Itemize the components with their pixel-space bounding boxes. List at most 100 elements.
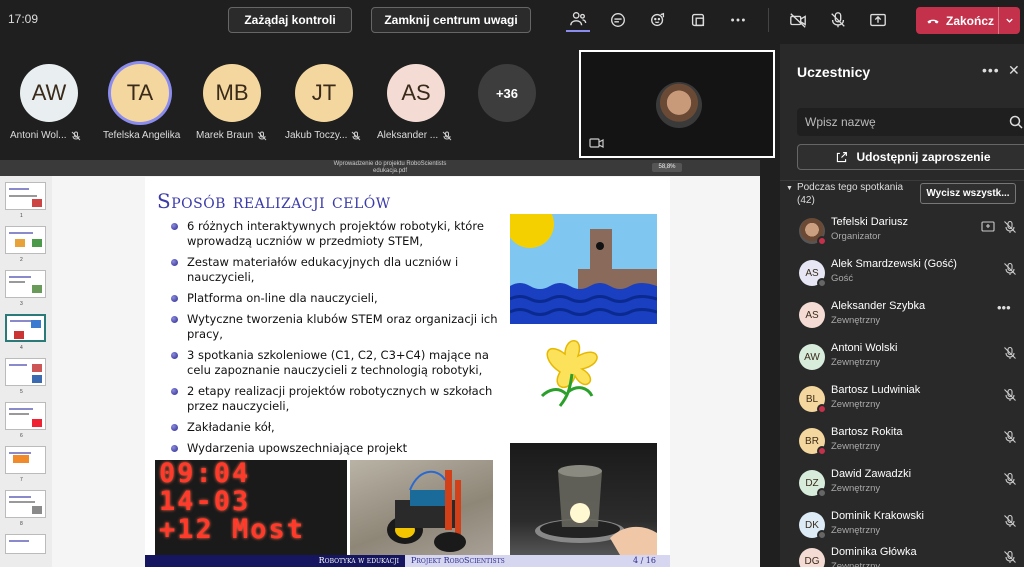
participant-row[interactable]: BR Bartosz Rokita Zewnętrzny [780,424,1024,466]
thumbnail-number: 4 [20,345,23,351]
bullet-item: Zakładanie kół, [171,420,501,435]
bullet-item: 2 etapy realizacji projektów robotycznyc… [171,384,501,414]
share-screen-icon[interactable] [866,8,890,32]
smart-lamp-image [510,443,657,555]
thumbnail-number: 2 [20,257,23,263]
flower-drawing-image [540,340,598,407]
led-line: +12 Most [159,514,306,545]
end-call-button[interactable]: Zakończ [916,7,1020,34]
shared-screen: Wprowadzenie do projektu RoboScientists … [0,160,760,567]
mic-off-icon[interactable] [1003,388,1017,402]
search-input[interactable] [797,108,1002,136]
participant-name: Dominik Krakowski [831,510,924,522]
mute-all-button[interactable]: Wycisz wszystk... [920,183,1016,204]
avatar[interactable]: AS [387,64,445,122]
participant-row[interactable]: AS Alek Smardzewski (Gość) Gość [780,256,1024,298]
more-actions-icon[interactable] [726,8,750,32]
page-number: 4 / 16 [632,556,656,565]
chat-icon[interactable] [606,8,630,32]
mic-off-icon[interactable] [1003,550,1017,564]
participant-avatar: DZ [799,470,827,498]
avatar[interactable]: JT [295,64,353,122]
participant-row[interactable]: AS Aleksander Szybka Zewnętrzny ••• [780,298,1024,340]
zoom-level[interactable]: 58,8% [652,163,682,172]
mic-off-icon[interactable] [1003,430,1017,444]
reactions-icon[interactable] [646,8,670,32]
mic-off-icon[interactable] [1003,346,1017,360]
mic-off-icon[interactable] [1003,514,1017,528]
participant-role: Zewnętrzny [831,561,881,567]
section-header[interactable]: ▼ Podczas tego spotkania (42) [786,182,903,207]
camera-settings-icon[interactable] [589,136,605,150]
mic-off-icon[interactable] [826,8,850,32]
footer-left: Robotyka w edukacji [145,555,405,567]
mic-off-icon[interactable] [1003,472,1017,486]
mic-off-icon[interactable] [1003,262,1017,276]
page-thumbnail[interactable] [5,490,46,518]
mic-off-icon [257,131,267,140]
page-thumbnail[interactable] [5,534,46,554]
page-thumbnail[interactable] [5,182,46,210]
stop-spotlight-button[interactable]: Zamknij centrum uwagi [371,7,531,33]
participant-avatar: AW [799,344,825,370]
people-icon[interactable] [566,8,590,32]
more-options-icon[interactable]: ••• [997,300,1011,315]
self-video-face [656,82,702,128]
bullet-item: Zestaw materiałów edukacyjnych dla uczni… [171,255,501,285]
thumbnail-number: 5 [20,389,23,395]
page-thumbnail[interactable] [5,402,46,430]
more-options-icon[interactable]: ••• [982,62,1000,78]
slide-title: Sposób realizacji celów [157,189,391,213]
avatar[interactable]: AW [20,64,78,122]
participant-role: Zewnętrzny [831,357,881,368]
thumbnail-sidebar: 1 2 3 4 5 6 7 8 [0,176,52,567]
participant-avatar: DK [799,512,827,540]
participant-row[interactable]: Tefelski Dariusz Organizator [780,214,1024,256]
bullet-item: 6 różnych interaktywnych projektów robot… [171,219,501,249]
avatar-name: Antoni Wol... [10,130,81,141]
participant-role: Zewnętrzny [831,483,881,494]
hang-up-icon [927,19,939,23]
request-control-button[interactable]: Zażądaj kontroli [228,7,352,33]
robot-car-image [350,460,493,555]
participant-role: Gość [831,273,854,284]
more-participants-button[interactable]: +36 [478,64,536,122]
thumbnail-number: 7 [20,477,23,483]
participant-photo [799,218,827,246]
participant-row[interactable]: DZ Dawid Zawadzki Zewnętrzny [780,466,1024,508]
chevron-down-icon [1006,18,1013,23]
search-icon[interactable] [1008,114,1024,130]
share-invite-button[interactable]: Udostępnij zaproszenie [797,144,1024,170]
participant-row[interactable]: BL Bartosz Ludwiniak Zewnętrzny [780,382,1024,424]
participant-avatar: BR [799,428,827,456]
participant-gallery: AW Antoni Wol... TA Tefelska Angelika MB… [0,44,570,154]
mic-off-icon[interactable] [1003,220,1017,234]
end-call-options[interactable] [998,7,1020,34]
participant-avatar: BL [799,386,827,414]
page-thumbnail[interactable] [5,270,46,298]
thumbnail-number: 6 [20,433,23,439]
footer-right: Projekt RoboScientists 4 / 16 [405,555,670,567]
page-thumbnail-selected[interactable] [5,314,46,342]
self-video-tile[interactable] [579,50,775,158]
view-icon[interactable] [686,8,710,32]
caret-down-icon: ▼ [786,185,793,192]
bullet-list: 6 różnych interaktywnych projektów robot… [171,219,501,462]
avatar-speaking[interactable]: TA [111,64,169,122]
led-display-image: 09:04 14-03 +12 Most [155,460,347,555]
participant-name: Bartosz Rokita [831,426,903,438]
avatar-name: Jakub Toczy... [285,130,361,141]
avatar[interactable]: MB [203,64,261,122]
page-thumbnail[interactable] [5,226,46,254]
camera-off-icon[interactable] [786,8,810,32]
page-thumbnail[interactable] [5,358,46,386]
pdf-viewer-toolbar: Wprowadzenie do projektu RoboScientists … [0,160,760,176]
thumbnail-number: 1 [20,213,23,219]
page-thumbnail[interactable] [5,446,46,474]
close-icon[interactable]: ✕ [1008,62,1020,79]
participant-row[interactable]: AW Antoni Wolski Zewnętrzny [780,340,1024,382]
participant-role: Zewnętrzny [831,399,881,410]
participant-row[interactable]: DG Dominika Główka Zewnętrzny [780,544,1024,567]
avatar-name: Tefelska Angelika [103,130,181,141]
participant-name: Antoni Wolski [831,342,898,354]
